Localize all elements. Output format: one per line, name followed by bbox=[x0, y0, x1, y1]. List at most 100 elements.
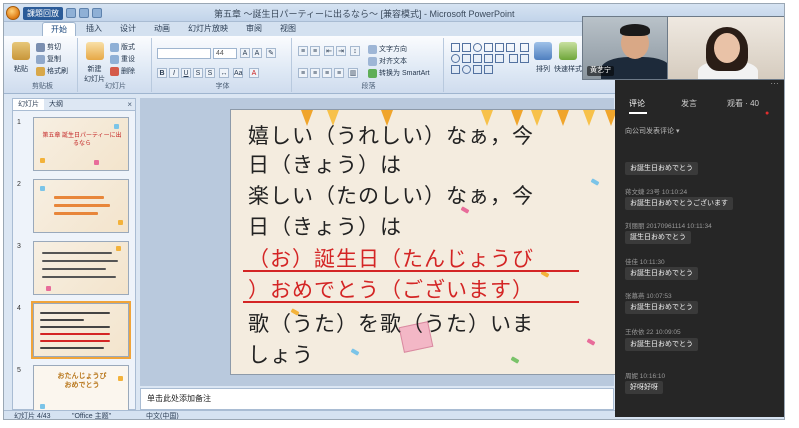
tab-slideshow[interactable]: 幻灯片放映 bbox=[180, 22, 236, 36]
clipboard-group: 粘贴 剪切 复制 格式刷 剪贴板 bbox=[8, 38, 78, 92]
clear-format-button[interactable]: ✎ bbox=[266, 48, 276, 58]
comment-message: 好呀好呀 bbox=[625, 381, 663, 394]
tab-viewers[interactable]: 观看 · 40 bbox=[727, 98, 759, 109]
italic-button[interactable]: I bbox=[169, 68, 179, 78]
slide-thumbnails-panel: 幻灯片 大纲 × 1 第五章 誕生日パーティーに出るなら 2 3 4 5 おたん… bbox=[12, 98, 136, 419]
bold-button[interactable]: B bbox=[157, 68, 167, 78]
decrease-indent-button[interactable]: ⇤ bbox=[324, 46, 334, 56]
redo-icon[interactable] bbox=[92, 8, 102, 18]
font-group-label: 字体 bbox=[215, 83, 230, 90]
paragraph-group-label: 段落 bbox=[361, 83, 376, 90]
paragraph-group: ≡ ≡ ⇤ ⇥ ↕ ≡ ≡ ≡ ≡ ▥ 文字方向 对齐文本 转换为 SmartA… bbox=[294, 38, 444, 92]
shrink-font-button[interactable]: A bbox=[252, 48, 262, 58]
slide-underline-2 bbox=[243, 301, 579, 303]
panel-tabs: 幻灯片 大纲 × bbox=[13, 99, 135, 111]
undo-icon[interactable] bbox=[79, 8, 89, 18]
align-center-button[interactable]: ≡ bbox=[310, 68, 320, 78]
participant-video-tile[interactable] bbox=[667, 16, 784, 80]
scissors-icon bbox=[36, 42, 45, 52]
quick-styles-icon bbox=[559, 42, 577, 60]
columns-button[interactable]: ▥ bbox=[348, 68, 358, 78]
tab-view[interactable]: 视图 bbox=[272, 22, 304, 36]
thumbnail-title: おたんじょうび おめでとう bbox=[57, 373, 107, 389]
slide-text-line-7: 歌（うた）を歌（うた）いま bbox=[248, 312, 534, 336]
comment-message: お誕生日おめでとう bbox=[625, 338, 698, 351]
font-name-combo[interactable] bbox=[157, 48, 211, 59]
text-direction-button[interactable]: 文字方向 bbox=[368, 44, 407, 54]
copy-icon bbox=[36, 54, 45, 64]
shadow-button[interactable]: S bbox=[205, 68, 215, 78]
format-painter-button[interactable]: 格式刷 bbox=[36, 66, 68, 76]
numbering-button[interactable]: ≡ bbox=[310, 46, 320, 56]
quick-styles-button[interactable]: 快速样式 bbox=[554, 42, 582, 74]
arrange-icon bbox=[534, 42, 552, 60]
comment-message: お誕生日おめでとう bbox=[625, 162, 698, 175]
theme-name: "Office 主题" bbox=[72, 413, 112, 420]
align-left-button[interactable]: ≡ bbox=[298, 68, 308, 78]
paste-button[interactable]: 粘贴 bbox=[12, 42, 30, 74]
tab-speak[interactable]: 发言 bbox=[681, 98, 697, 109]
comments-tabs: 评论 发言 观看 · 40 bbox=[615, 98, 784, 114]
presenter-name-tag: 黄艺宁 bbox=[587, 66, 614, 76]
copy-button[interactable]: 复制 bbox=[36, 54, 61, 64]
underline-button[interactable]: U bbox=[181, 68, 191, 78]
powerpoint-window: 課題回放 第五章 ～誕生日パーティーに出るなら～ [兼容模式] - Micros… bbox=[3, 3, 785, 420]
tab-slides[interactable]: 幻灯片 bbox=[13, 99, 44, 110]
brush-icon bbox=[36, 66, 45, 76]
record-replay-tab[interactable]: 課題回放 bbox=[23, 6, 63, 20]
reset-button[interactable]: 重设 bbox=[110, 54, 135, 64]
font-size-combo[interactable]: 44 bbox=[213, 48, 237, 59]
delete-button[interactable]: 删除 bbox=[110, 66, 135, 76]
tab-comments[interactable]: 评论 bbox=[629, 98, 645, 109]
notes-pane[interactable]: 单击此处添加备注 bbox=[140, 388, 614, 410]
comment-meta: 佳佳 10:11:30 bbox=[625, 259, 665, 266]
justify-button[interactable]: ≡ bbox=[334, 68, 344, 78]
increase-indent-button[interactable]: ⇥ bbox=[336, 46, 346, 56]
window-title: 第五章 ～誕生日パーティーに出るなら～ [兼容模式] - Microsoft P… bbox=[214, 9, 515, 19]
strikethrough-button[interactable]: S bbox=[193, 68, 203, 78]
font-color-button[interactable]: A bbox=[249, 68, 259, 78]
reset-icon bbox=[110, 54, 119, 64]
line-spacing-button[interactable]: ↕ bbox=[350, 46, 360, 56]
live-comments-panel: … 评论 发言 观看 · 40 ● 向公司发表评论 ▾ お誕生日おめでとう 蒋文… bbox=[615, 74, 784, 417]
tab-animation[interactable]: 动画 bbox=[146, 22, 178, 36]
current-slide[interactable]: 嬉しい（うれしい）なぁ，今 日（きょう）は 楽しい（たのしい）なぁ，今 日（きょ… bbox=[230, 109, 618, 375]
tab-insert[interactable]: 插入 bbox=[78, 22, 110, 36]
active-tab-indicator bbox=[629, 112, 647, 114]
comment-message: お誕生日おめでとう bbox=[625, 301, 698, 314]
shapes-gallery[interactable] bbox=[450, 42, 530, 75]
change-case-button[interactable]: Aa bbox=[233, 68, 243, 78]
slide-thumbnail-3[interactable]: 3 bbox=[15, 241, 133, 297]
smartart-button[interactable]: 转换为 SmartArt bbox=[368, 68, 430, 78]
tab-home[interactable]: 开始 bbox=[42, 22, 76, 36]
arrange-button[interactable]: 排列 bbox=[534, 42, 552, 74]
slide-text-line-3: 楽しい（たのしい）なぁ，今 bbox=[248, 184, 534, 208]
slide-thumbnail-1[interactable]: 1 第五章 誕生日パーティーに出るなら bbox=[15, 117, 133, 173]
paste-icon bbox=[12, 42, 30, 60]
comment-message: お誕生日おめでとう bbox=[625, 267, 698, 280]
align-right-button[interactable]: ≡ bbox=[322, 68, 332, 78]
save-icon[interactable] bbox=[66, 8, 76, 18]
slide-text-line-4: 日（きょう）は bbox=[248, 215, 402, 239]
align-text-button[interactable]: 对齐文本 bbox=[368, 56, 407, 66]
tab-design[interactable]: 设计 bbox=[112, 22, 144, 36]
comment-filter[interactable]: 向公司发表评论 ▾ bbox=[625, 126, 679, 136]
slide-text-line-2: 日（きょう）は bbox=[248, 153, 402, 177]
tab-outline[interactable]: 大纲 bbox=[44, 99, 68, 110]
layout-button[interactable]: 版式 bbox=[110, 42, 135, 52]
slide-text-line-5: （お）誕生日（たんじょうび bbox=[248, 247, 534, 271]
slide-text-line-1: 嬉しい（うれしい）なぁ，今 bbox=[248, 124, 534, 148]
tab-review[interactable]: 审阅 bbox=[238, 22, 270, 36]
new-slide-button[interactable]: 新建 幻灯片 bbox=[84, 42, 105, 84]
new-slide-icon bbox=[85, 42, 104, 60]
bullets-button[interactable]: ≡ bbox=[298, 46, 308, 56]
grow-font-button[interactable]: A bbox=[240, 48, 250, 58]
office-button-icon[interactable] bbox=[6, 6, 20, 20]
char-spacing-button[interactable]: ↔ bbox=[219, 68, 229, 78]
slide-thumbnail-2[interactable]: 2 bbox=[15, 179, 133, 235]
cut-button[interactable]: 剪切 bbox=[36, 42, 61, 52]
close-icon[interactable]: × bbox=[127, 99, 132, 111]
comment-meta: 王依依 22 10:09:05 bbox=[625, 329, 681, 336]
font-group: 44 A A ✎ B I U S S ↔ Aa A 字体 bbox=[154, 38, 292, 92]
slide-thumbnail-4[interactable]: 4 bbox=[15, 301, 133, 359]
